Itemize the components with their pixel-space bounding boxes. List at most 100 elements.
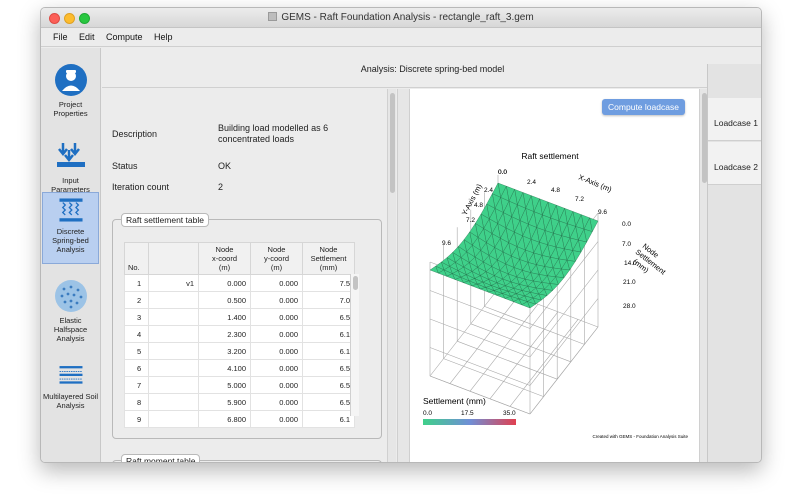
table-cell-y[interactable]: 0.000 [250,376,303,394]
table-cell-x[interactable]: 2.300 [198,325,251,343]
tab-loadcase-1[interactable]: Loadcase 1 [708,98,761,141]
table-cell-no[interactable]: 7 [124,376,149,394]
table-cell-y[interactable]: 0.000 [250,325,303,343]
header-text: Node [267,245,286,254]
settlement-table[interactable]: No. Node x-coord (m) Node y-coord (m) No… [124,242,355,428]
results-scrollbar[interactable] [387,89,396,462]
table-cell-y[interactable]: 0.000 [250,274,303,292]
minimize-window-button[interactable] [64,13,75,24]
table-scrollbar-thumb[interactable] [353,276,358,290]
y-axis-tick: 0.0 [498,169,507,176]
description-label: Description [112,129,158,139]
column-header-name[interactable] [148,242,199,275]
table-cell-y[interactable]: 0.000 [250,359,303,377]
table-header-row: No. Node x-coord (m) Node y-coord (m) No… [124,242,355,275]
table-cell-x[interactable]: 6.800 [198,410,251,428]
x-axis-label: X-Axis (m) [577,173,613,195]
maximize-window-button[interactable] [79,13,90,24]
grid-line [470,323,571,363]
table-cell-no[interactable]: 8 [124,393,149,411]
table-cell-s[interactable]: 6.5 [302,308,355,326]
sidebar-label: Discrete [56,227,85,236]
title-bar: GEMS - Raft Foundation Analysis - rectan… [41,8,761,28]
column-header-y[interactable]: Node y-coord (m) [250,242,303,275]
table-row[interactable]: 3 1.400 0.000 6.5 [124,308,355,326]
grid-line [429,318,531,358]
table-cell-name[interactable] [148,342,199,360]
table-row[interactable]: 2 0.500 0.000 7.0 [124,291,355,309]
table-cell-x[interactable]: 5.900 [198,393,251,411]
column-header-settlement[interactable]: Node Settlement (mm) [302,242,355,275]
results-scrollbar-thumb[interactable] [390,93,395,193]
table-cell-x[interactable]: 4.100 [198,359,251,377]
table-cell-name[interactable] [148,359,199,377]
table-cell-x[interactable]: 0.500 [198,291,251,309]
table-cell-y[interactable]: 0.000 [250,410,303,428]
table-cell-y[interactable]: 0.000 [250,291,303,309]
results-panel: Description Building load modelled as 6 … [102,89,397,462]
window-title: GEMS - Raft Foundation Analysis - rectan… [281,12,534,23]
table-cell-s[interactable]: 6.5 [302,359,355,377]
menu-edit[interactable]: Edit [79,32,95,42]
menu-file[interactable]: File [53,32,68,42]
x-axis-tick: 2.4 [527,179,536,186]
sidebar-item-multilayered-soil[interactable]: Multilayered Soil Analysis [42,360,99,432]
colorbar-tick: 0.0 [423,410,432,417]
column-header-no[interactable]: No. [124,242,149,275]
z-axis-label: Node Settlement (mm) [631,241,668,277]
table-cell-name[interactable] [148,308,199,326]
table-cell-x[interactable]: 1.400 [198,308,251,326]
table-cell-s[interactable]: 7.0 [302,291,355,309]
table-cell-x[interactable]: 3.200 [198,342,251,360]
table-row[interactable]: 1 v1 0.000 0.000 7.5 [124,274,355,292]
table-cell-name[interactable] [148,393,199,411]
table-cell-name[interactable] [148,376,199,394]
menu-compute[interactable]: Compute [106,32,143,42]
table-row[interactable]: 9 6.800 0.000 6.1 [124,410,355,428]
table-row[interactable]: 5 3.200 0.000 6.1 [124,342,355,360]
table-row[interactable]: 6 4.100 0.000 6.5 [124,359,355,377]
table-cell-name[interactable] [148,410,199,428]
table-row[interactable]: 7 5.000 0.000 6.5 [124,376,355,394]
table-cell-s[interactable]: 6.1 [302,325,355,343]
table-cell-name[interactable] [148,325,199,343]
table-cell-s[interactable]: 7.5 [302,274,355,292]
close-window-button[interactable] [49,13,60,24]
settlement-plot: Raft settlement 0.0 2.4 4.8 7.2 9.6 0.0 2.4 4.8… [423,151,688,439]
table-cell-y[interactable]: 0.000 [250,342,303,360]
table-cell-no[interactable]: 1 [124,274,149,292]
table-cell-name[interactable] [148,291,199,309]
table-cell-no[interactable]: 6 [124,359,149,377]
header-text: x-coord [211,254,237,263]
sidebar-item-project-properties[interactable]: Project Properties [42,60,99,132]
table-cell-s[interactable]: 6.1 [302,410,355,428]
table-cell-no[interactable]: 4 [124,325,149,343]
header-text: Node [215,245,234,254]
table-cell-s[interactable]: 6.5 [302,376,355,394]
table-cell-s[interactable]: 6.5 [302,393,355,411]
sidebar-item-elastic-halfspace[interactable]: Elastic Halfspace Analysis [42,276,99,348]
table-cell-name[interactable]: v1 [148,274,199,292]
table-cell-no[interactable]: 5 [124,342,149,360]
tab-loadcase-2[interactable]: Loadcase 2 [708,142,761,185]
table-cell-x[interactable]: 5.000 [198,376,251,394]
table-scrollbar[interactable] [350,274,359,416]
table-cell-y[interactable]: 0.000 [250,308,303,326]
menu-bar: File Edit Compute Help [41,28,761,47]
plot-credit: Created with GEMS - Foundation Analysis … [592,434,688,439]
table-cell-x[interactable]: 0.000 [198,274,251,292]
table-cell-y[interactable]: 0.000 [250,393,303,411]
column-header-x[interactable]: Node x-coord (m) [198,242,251,275]
table-cell-no[interactable]: 3 [124,308,149,326]
splitter[interactable] [397,89,410,462]
table-cell-no[interactable]: 2 [124,291,149,309]
table-row[interactable]: 8 5.900 0.000 6.5 [124,393,355,411]
sidebar-item-discrete-spring-bed[interactable]: Discrete Spring-bed Analysis [42,192,99,264]
y-axis-tick: 7.2 [466,217,475,224]
menu-help[interactable]: Help [154,32,173,42]
table-cell-no[interactable]: 9 [124,410,149,428]
grid-line [429,288,499,377]
table-row[interactable]: 4 2.300 0.000 6.1 [124,325,355,343]
table-cell-s[interactable]: 6.1 [302,342,355,360]
header-text: (mm) [319,263,338,272]
